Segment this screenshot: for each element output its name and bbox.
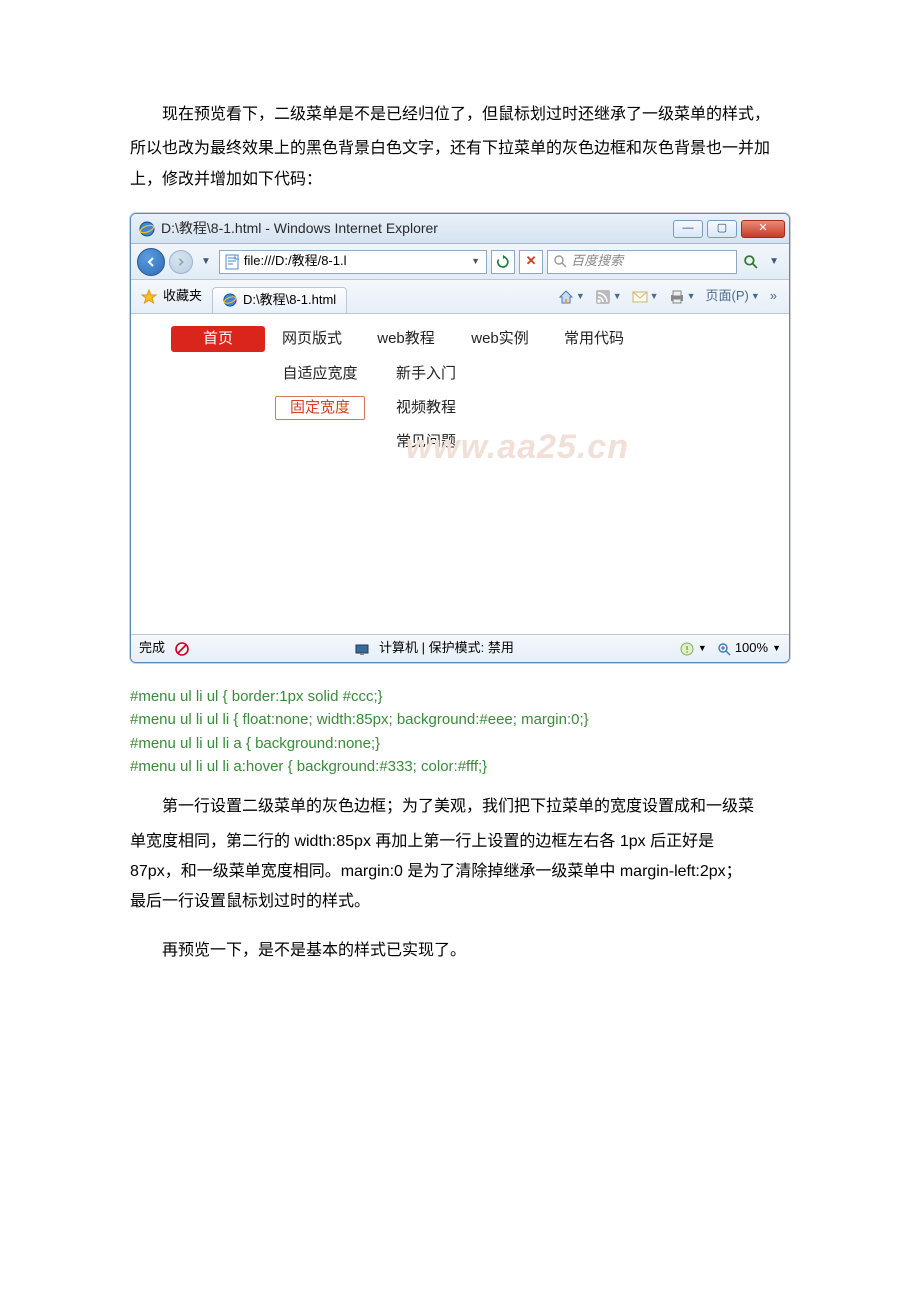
window-controls: — ▢ ✕ bbox=[673, 220, 785, 238]
menu-item-home[interactable]: 首页 bbox=[171, 326, 265, 352]
status-bar: 完成 计算机 | 保护模式: 禁用 ▼ 100% ▼ bbox=[131, 634, 789, 662]
paragraph-1-line-3: 上，修改并增加如下代码： bbox=[130, 165, 790, 195]
code-line: #menu ul li ul li a:hover { background:#… bbox=[130, 755, 790, 778]
zone-warning-icon: ▼ bbox=[680, 640, 707, 657]
zone-label: 计算机 | 保护模式: 禁用 bbox=[379, 636, 514, 661]
code-line: #menu ul li ul { border:1px solid #ccc;} bbox=[130, 685, 790, 708]
more-tools-icon[interactable]: » bbox=[768, 284, 779, 309]
paragraph-1-line-2: 所以也改为最终效果上的黑色背景白色文字，还有下拉菜单的灰色边框和灰色背景也一并加 bbox=[130, 134, 790, 164]
submenu-item[interactable]: 自适应宽度 bbox=[275, 362, 365, 386]
paragraph-1-line-1: 现在预览看下，二级菜单是不是已经归位了，但鼠标划过时还继承了一级菜单的样式， bbox=[130, 100, 790, 130]
print-icon[interactable]: ▼ bbox=[667, 288, 698, 305]
menu-item-code[interactable]: 常用代码 bbox=[547, 326, 641, 352]
page-content: 首页 网页版式 web教程 web实例 常用代码 自适应宽度 固定宽度 新手入门… bbox=[131, 314, 789, 634]
ie-window: D:\教程\8-1.html - Windows Internet Explor… bbox=[130, 213, 790, 663]
zone-icon bbox=[355, 642, 369, 656]
code-line: #menu ul li ul li a { background:none;} bbox=[130, 732, 790, 755]
status-done: 完成 bbox=[139, 636, 165, 661]
watermark-text: www.aa25.cn bbox=[406, 415, 629, 480]
submenu-item-highlight[interactable]: 固定宽度 bbox=[275, 396, 365, 420]
search-dropdown-icon[interactable]: ▼ bbox=[765, 252, 783, 271]
address-input[interactable]: file:///D:/教程/8-1.l ▼ bbox=[219, 250, 487, 274]
submenu-item[interactable]: 新手入门 bbox=[381, 362, 471, 386]
menu-item-layout[interactable]: 网页版式 bbox=[265, 326, 359, 352]
search-icon bbox=[554, 255, 567, 268]
paragraph-2-line-1: 第一行设置二级菜单的灰色边框；为了美观，我们把下拉菜单的宽度设置成和一级菜 bbox=[130, 792, 790, 822]
favorites-bar: 收藏夹 D:\教程\8-1.html ▼ ▼ bbox=[131, 280, 789, 314]
paragraph-3: 再预览一下，是不是基本的样式已实现了。 bbox=[130, 936, 790, 966]
code-line: #menu ul li ul li { float:none; width:85… bbox=[130, 708, 790, 731]
code-block: #menu ul li ul { border:1px solid #ccc;}… bbox=[130, 685, 790, 778]
menu-item-tutorial[interactable]: web教程 bbox=[359, 326, 453, 352]
submenu-a: 自适应宽度 固定宽度 bbox=[275, 362, 365, 420]
paragraph-2-line-4: 最后一行设置鼠标划过时的样式。 bbox=[130, 887, 790, 917]
close-button[interactable]: ✕ bbox=[741, 220, 785, 238]
paragraph-2-line-3: 87px，和一级菜单宽度相同。margin:0 是为了清除掉继承一级菜单中 ma… bbox=[130, 857, 790, 887]
page-menu-button[interactable]: 页面(P) ▼ bbox=[704, 284, 762, 309]
ie-logo-icon bbox=[223, 293, 237, 307]
stop-button[interactable]: ✕ bbox=[519, 250, 543, 274]
address-dropdown-icon[interactable]: ▼ bbox=[469, 253, 482, 270]
blocked-icon bbox=[175, 642, 189, 656]
tab-label: D:\教程\8-1.html bbox=[243, 288, 336, 313]
menu-item-example[interactable]: web实例 bbox=[453, 326, 547, 352]
mail-icon[interactable]: ▼ bbox=[630, 288, 661, 305]
forward-button[interactable] bbox=[169, 250, 193, 274]
window-title: D:\教程\8-1.html - Windows Internet Explor… bbox=[161, 215, 673, 242]
paragraph-2-line-2: 单宽度相同，第二行的 width:85px 再加上第一行上设置的边框左右各 1p… bbox=[130, 827, 790, 857]
titlebar: D:\教程\8-1.html - Windows Internet Explor… bbox=[131, 214, 789, 244]
zoom-value: 100% bbox=[735, 636, 768, 661]
search-input[interactable]: 百度搜索 bbox=[547, 250, 737, 274]
page-icon bbox=[224, 254, 240, 270]
feeds-icon[interactable]: ▼ bbox=[593, 288, 624, 305]
menu-level-1: 首页 网页版式 web教程 web实例 常用代码 bbox=[131, 314, 789, 352]
nav-dropdown-icon[interactable]: ▼ bbox=[197, 252, 215, 271]
maximize-button[interactable]: ▢ bbox=[707, 220, 737, 238]
back-button[interactable] bbox=[137, 248, 165, 276]
toolbar-icons: ▼ ▼ ▼ ▼ 页面(P) ▼ » bbox=[556, 284, 779, 309]
refresh-button[interactable] bbox=[491, 250, 515, 274]
address-text: file:///D:/教程/8-1.l bbox=[244, 249, 465, 274]
star-icon bbox=[141, 289, 157, 305]
search-go-icon[interactable] bbox=[741, 250, 761, 274]
favorites-button[interactable]: 收藏夹 bbox=[141, 284, 202, 309]
tab-current[interactable]: D:\教程\8-1.html bbox=[212, 287, 347, 313]
search-placeholder: 百度搜索 bbox=[571, 249, 623, 274]
minimize-button[interactable]: — bbox=[673, 220, 703, 238]
zoom-control[interactable]: 100% ▼ bbox=[717, 636, 781, 661]
ie-logo-icon bbox=[139, 221, 155, 237]
address-bar: ▼ file:///D:/教程/8-1.l ▼ ✕ 百度搜索 ▼ bbox=[131, 244, 789, 280]
home-icon[interactable]: ▼ bbox=[556, 288, 587, 305]
favorites-label: 收藏夹 bbox=[163, 284, 202, 309]
